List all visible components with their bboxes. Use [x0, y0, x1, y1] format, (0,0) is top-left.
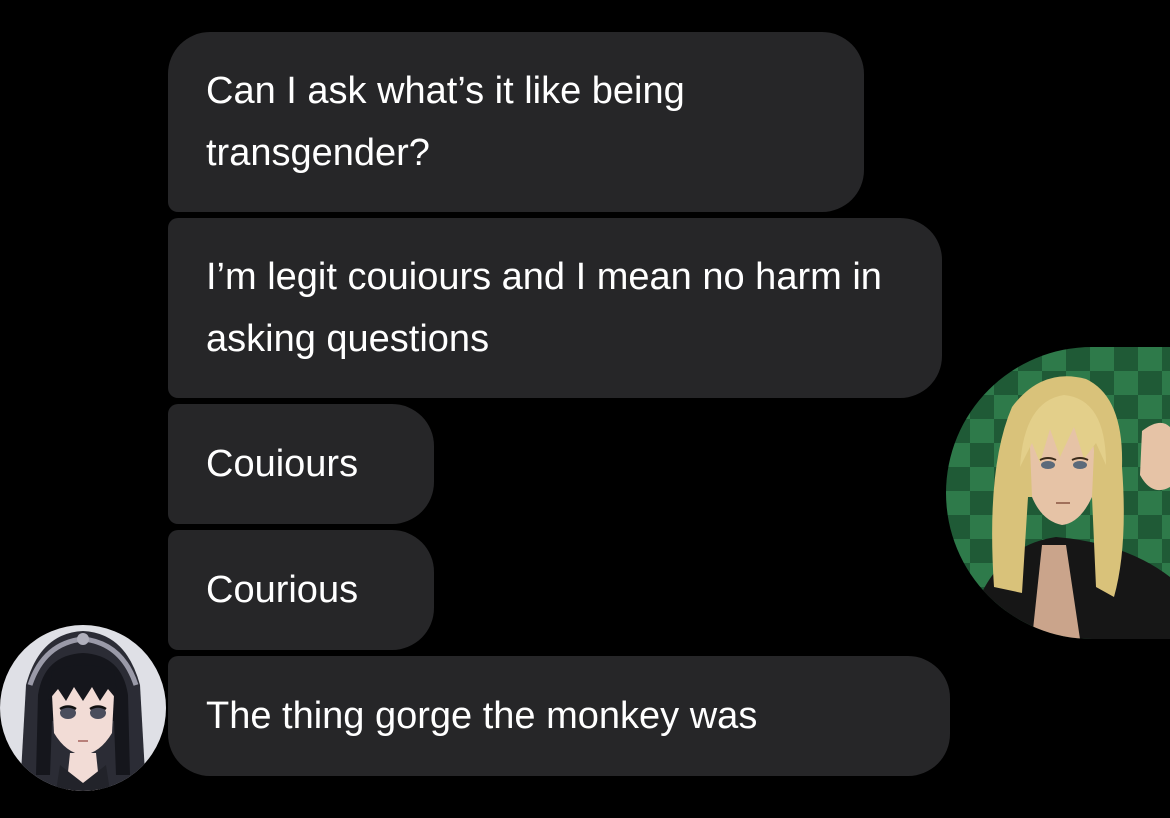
- message-bubble[interactable]: Couiours: [168, 404, 434, 524]
- message-bubble[interactable]: The thing gorge the monkey was: [168, 656, 950, 776]
- message-bubble[interactable]: I’m legit couiours and I mean no harm in…: [168, 218, 942, 398]
- message-bubble[interactable]: Courious: [168, 530, 434, 650]
- recipient-avatar[interactable]: [946, 347, 1170, 639]
- message-text: Couiours: [206, 443, 359, 485]
- message-text: Can I ask what’s it like being transgend…: [206, 70, 685, 174]
- anime-blonde-man-avatar-icon: [946, 347, 1170, 639]
- anime-girl-avatar-icon: [0, 625, 166, 791]
- message-text: I’m legit couiours and I mean no harm in…: [206, 256, 882, 360]
- message-bubble[interactable]: Can I ask what’s it like being transgend…: [168, 32, 864, 212]
- message-text: The thing gorge the monkey was: [206, 695, 758, 737]
- message-text: Courious: [206, 569, 359, 611]
- sender-avatar[interactable]: [0, 625, 166, 791]
